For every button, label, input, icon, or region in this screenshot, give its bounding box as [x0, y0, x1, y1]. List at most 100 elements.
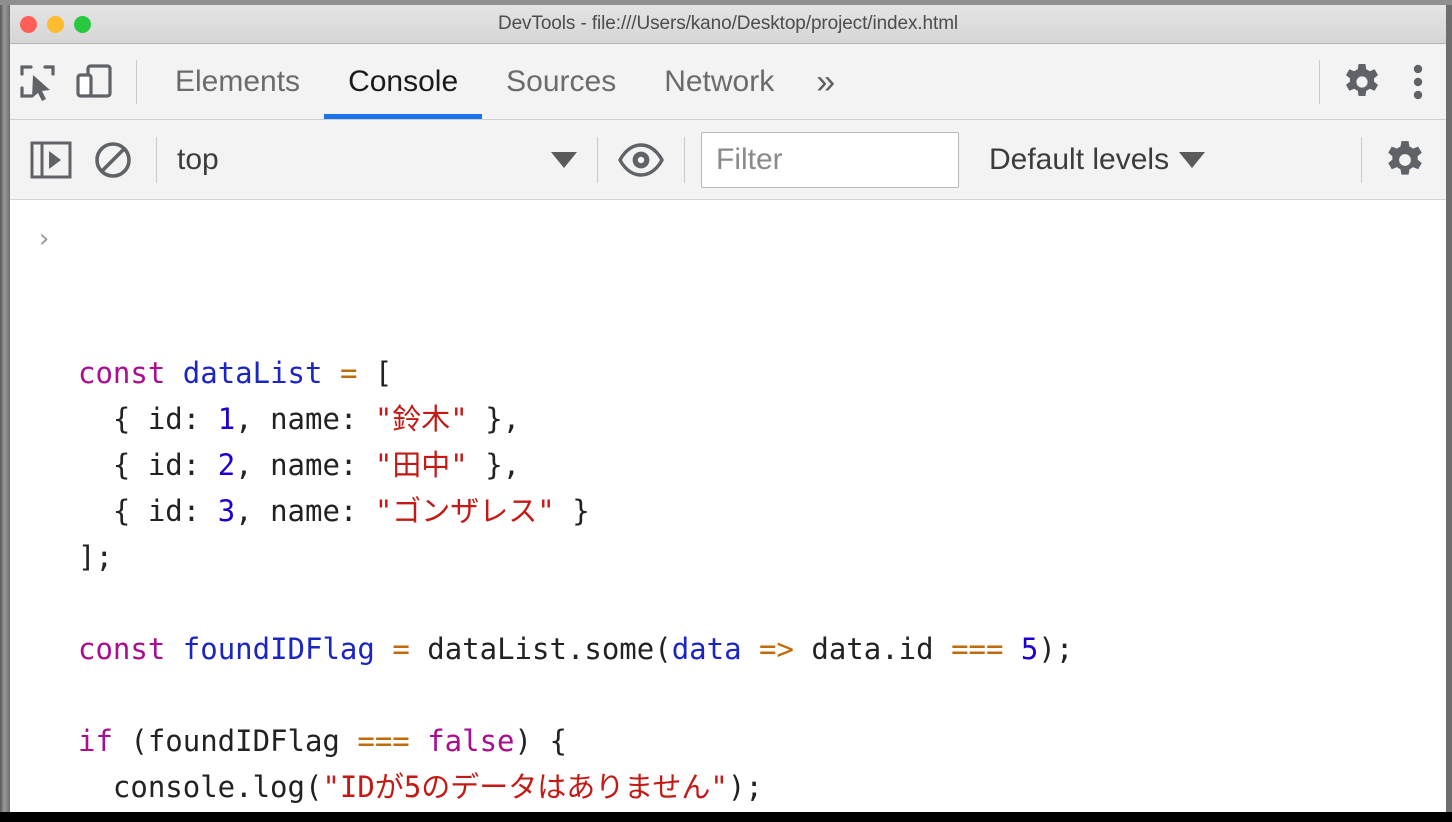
tab-console[interactable]: Console: [324, 44, 483, 119]
code-line: { id: 1, name: "鈴木" },: [78, 396, 1446, 442]
log-levels-label: Default levels: [989, 142, 1170, 176]
console-toolbar-divider-2: [597, 136, 598, 183]
window-frame-left: [0, 0, 10, 822]
tab-elements-label: Elements: [175, 64, 301, 98]
execution-context-label: top: [177, 142, 219, 176]
close-button[interactable]: [20, 15, 37, 33]
clear-console-icon[interactable]: [82, 129, 144, 191]
code-token: { id:: [78, 402, 218, 436]
code-line: const foundIDFlag = dataList.some(data =…: [78, 626, 1446, 672]
code-token: const: [78, 632, 166, 666]
console-input-code: const dataList = [ { id: 1, name: "鈴木" }…: [10, 350, 1446, 812]
chevron-down-icon: [551, 151, 577, 168]
code-token: "田中": [374, 448, 468, 482]
tab-elements[interactable]: Elements: [151, 44, 324, 119]
code-token: );: [1038, 632, 1074, 666]
code-token: 3: [217, 494, 236, 528]
window-frame-top: [0, 0, 1452, 5]
code-line: const dataList = [: [78, 350, 1446, 396]
code-token: =: [392, 632, 410, 666]
live-expression-eye-icon[interactable]: [610, 129, 672, 191]
more-tabs-icon[interactable]: »: [798, 44, 853, 119]
code-token: { id:: [78, 448, 218, 482]
code-token: =: [339, 356, 358, 390]
code-line: { id: 2, name: "田中" },: [78, 442, 1446, 488]
window-title: DevTools - file:///Users/kano/Desktop/pr…: [497, 13, 959, 34]
title-bar: DevTools - file:///Users/kano/Desktop/pr…: [10, 5, 1446, 44]
code-token: },: [467, 402, 521, 436]
maximize-button[interactable]: [74, 15, 91, 33]
device-toolbar-icon[interactable]: [66, 54, 122, 110]
tab-console-label: Console: [348, 64, 459, 98]
chevron-down-icon: [1179, 151, 1206, 168]
more-tabs-label: »: [816, 62, 836, 101]
code-token: 1: [217, 402, 236, 436]
code-token: }: [554, 494, 590, 528]
code-token: ===: [951, 632, 1004, 666]
execution-context-select[interactable]: top: [169, 134, 585, 186]
devtools-tab-bar: Elements Console Sources Network »: [10, 44, 1446, 120]
tab-network[interactable]: Network: [640, 44, 798, 119]
tab-sources-label: Sources: [506, 64, 617, 98]
console-toolbar-divider-3: [684, 136, 685, 183]
code-token: if: [78, 724, 113, 758]
code-token: , name:: [235, 494, 375, 528]
filter-placeholder: Filter: [716, 142, 783, 176]
code-token: console.log(: [78, 770, 323, 804]
code-token: data: [671, 632, 742, 666]
code-token: [: [357, 356, 393, 390]
code-token: =>: [759, 632, 794, 666]
code-line: ];: [78, 534, 1446, 580]
window-controls: [20, 15, 91, 33]
code-line: console.log("IDが5のデータはありません");: [78, 764, 1446, 810]
code-token: const: [78, 356, 166, 390]
window-frame-right: [1446, 0, 1452, 822]
inspect-element-icon[interactable]: [10, 54, 66, 110]
expand-arrow-icon: ›: [36, 224, 52, 254]
window-frame-bottom: [0, 812, 1452, 822]
code-token: ===: [357, 724, 410, 758]
code-token: false: [427, 724, 515, 758]
code-line: { id: 3, name: "ゴンザレス" }: [78, 488, 1446, 534]
code-token: { id:: [78, 494, 218, 528]
console-toolbar-divider-1: [156, 136, 157, 183]
code-token: dataList: [182, 356, 323, 390]
code-token: , name:: [235, 448, 375, 482]
code-token: "鈴木": [374, 402, 468, 436]
code-token: 2: [217, 448, 236, 482]
kebab-menu-icon[interactable]: [1390, 54, 1446, 110]
console-input-entry[interactable]: › const dataList = [ { id: 1, name: "鈴木"…: [10, 200, 1446, 812]
code-token: ];: [78, 540, 113, 574]
log-levels-select[interactable]: Default levels: [981, 134, 1213, 186]
minimize-button[interactable]: [47, 15, 64, 33]
devtools-window: DevTools - file:///Users/kano/Desktop/pr…: [0, 0, 1452, 822]
tab-bar-right-divider: [1319, 59, 1320, 104]
code-token: "ゴンザレス": [374, 494, 555, 528]
console-toolbar-divider-4: [1361, 136, 1362, 183]
code-token: 5: [1020, 632, 1039, 666]
code-token: },: [467, 448, 521, 482]
code-token: ) {: [514, 724, 567, 758]
code-token: data.id: [793, 632, 952, 666]
filter-input[interactable]: Filter: [701, 131, 959, 188]
code-token: );: [727, 770, 763, 804]
console-body[interactable]: › const dataList = [ { id: 1, name: "鈴木"…: [10, 200, 1446, 812]
tab-sources[interactable]: Sources: [482, 44, 640, 119]
console-sidebar-toggle-icon[interactable]: [20, 129, 82, 191]
code-token: foundIDFlag: [182, 632, 375, 666]
toolbar-divider: [136, 59, 137, 104]
console-toolbar: top Filter Default levels: [10, 120, 1446, 200]
gear-icon[interactable]: [1334, 54, 1390, 110]
code-token: "IDが5のデータはありません": [322, 770, 728, 804]
console-settings-gear-icon[interactable]: [1374, 129, 1436, 191]
tab-list: Elements Console Sources Network »: [151, 44, 853, 119]
